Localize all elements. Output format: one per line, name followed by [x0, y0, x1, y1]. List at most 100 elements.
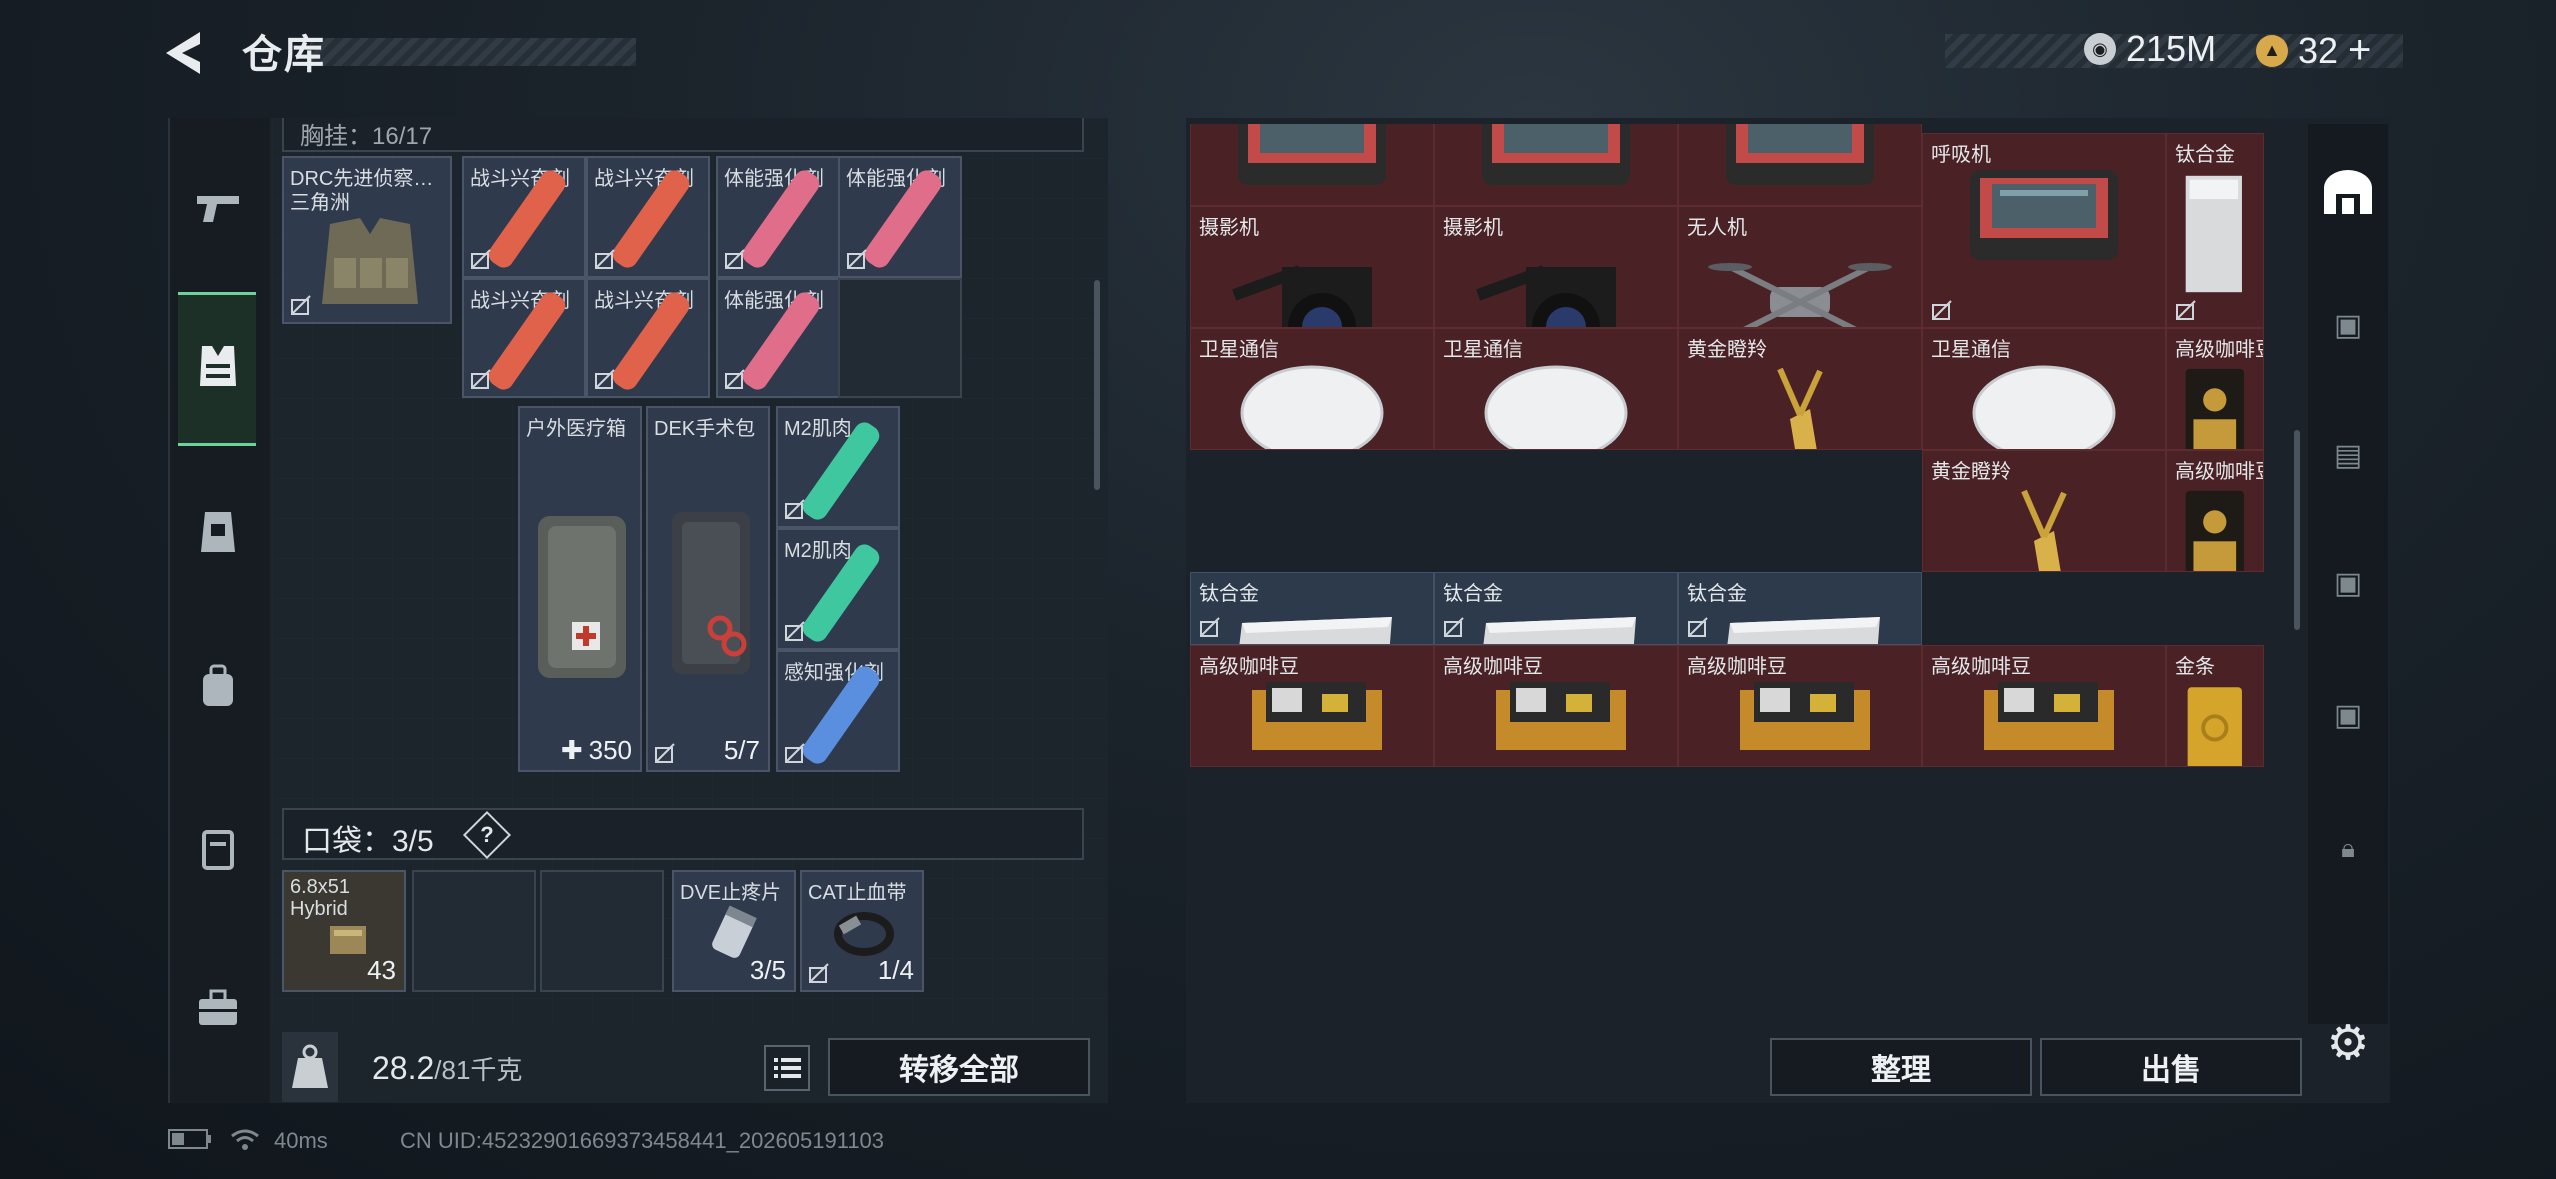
rig-item-slot[interactable]: 战斗兴奋剂 [462, 156, 586, 278]
sort-button[interactable]: 整理 [1770, 1038, 2032, 1096]
storage-item-coffeebox[interactable]: 高级咖啡豆 [1434, 645, 1678, 768]
storage-item-coffeebox[interactable]: 高级咖啡豆 [1678, 645, 1922, 768]
item-art [2167, 676, 2263, 767]
injector-slot[interactable]: M2肌肉… [776, 406, 900, 528]
painkiller-slot[interactable]: DVE止疼片 3/5 [672, 870, 796, 992]
injector-slot[interactable]: 感知强化剂 [776, 650, 900, 772]
rig-capacity-label: 胸挂：16/17 [300, 123, 433, 150]
storage-item-breather[interactable] [1190, 124, 1434, 206]
unlocked-icon [725, 249, 745, 269]
empty-pocket-slot[interactable] [412, 870, 536, 992]
item-art [1191, 359, 1433, 449]
unlocked-icon [1200, 617, 1220, 638]
storage-item-dish[interactable]: 卫星通信 [1922, 328, 2166, 450]
camera-image [1232, 265, 1372, 327]
item-art [1191, 124, 1433, 189]
weight-current: 28.2 [372, 1050, 435, 1086]
case-icon[interactable] [168, 808, 268, 888]
rig-item-slot[interactable]: 体能强化剂 [838, 156, 962, 278]
tourniquet-slot[interactable]: CAT止血带 1/4 [800, 870, 924, 992]
wifi-icon [230, 1128, 260, 1152]
storage-item-coffeebox[interactable]: 高级咖啡豆 [1922, 645, 2166, 768]
item-name: 卫星通信 [1443, 339, 1523, 361]
item-art [1679, 237, 1921, 327]
list-view-button[interactable] [764, 1045, 810, 1091]
item-art [1435, 124, 1677, 189]
storage-item-dish[interactable]: 卫星通信 [1190, 328, 1434, 450]
back-button[interactable] [160, 28, 216, 78]
storage-tab-iv-a-icon[interactable]: ▤ [2308, 420, 2388, 490]
unlocked-icon [725, 369, 745, 389]
gold-currency[interactable]: ▲ 32 + [2256, 28, 2371, 73]
storage-item-coffee[interactable]: 高级咖啡豆 [2166, 450, 2264, 572]
storage-item-ingot[interactable]: 钛合金 [1434, 572, 1678, 646]
storage-item-camera[interactable]: 摄影机 [1434, 206, 1678, 328]
injector-slot[interactable]: M2肌肉… [776, 528, 900, 650]
coffee-bag-image [2185, 368, 2244, 449]
medkit-slot[interactable]: 户外医疗箱 ✚ 350 [518, 406, 642, 772]
storage-item-deer[interactable]: 黄金瞪羚 [1678, 328, 1922, 450]
surgery-kit-slot[interactable]: DEK手术包 5/7 [646, 406, 770, 772]
storage-item-goldbar[interactable]: 金条 [2166, 645, 2264, 768]
coffee-box-image [1740, 682, 1870, 751]
chest-rig-slot[interactable]: DRC先进侦察… 三角洲 [282, 156, 452, 324]
empty-rig-slot[interactable] [838, 278, 962, 398]
item-art [1435, 237, 1677, 327]
item-name: 呼吸机 [1931, 143, 1991, 166]
rig-item-slot[interactable]: 战斗兴奋剂 [586, 156, 710, 278]
storage-item-ingot[interactable]: 钛合金 [1190, 572, 1434, 646]
backpack-icon[interactable] [168, 646, 268, 726]
storage-item-breather[interactable] [1434, 124, 1678, 206]
rig-item-slot[interactable]: 战斗兴奋剂 [462, 278, 586, 398]
storage-item-deer[interactable]: 黄金瞪羚 [1922, 450, 2166, 572]
item-name: 卫星通信 [1199, 339, 1279, 361]
storage-item-breather[interactable]: 呼吸机 [1922, 132, 2166, 328]
weapon-icon[interactable] [168, 168, 268, 248]
add-currency-icon[interactable]: + [2348, 28, 2371, 73]
storage-tab-iv-b-icon[interactable]: ▣ [2308, 548, 2388, 618]
loadout-scrollbar[interactable] [1094, 280, 1100, 490]
item-name: 卫星通信 [1931, 339, 2011, 361]
uid-label: CN UID:4523290166937345844​1_20260519110… [400, 1128, 885, 1153]
coffee-box-image [1252, 682, 1382, 751]
titanium-ingot-image [1727, 617, 1880, 645]
silver-currency[interactable]: ◉ 215M [2084, 28, 2216, 70]
storage-item-ingot[interactable]: 钛合金 [2166, 132, 2264, 328]
satellite-dish-image [1484, 365, 1628, 449]
category-rail [168, 118, 270, 1103]
rig-item-slot[interactable]: 体能强化剂 [716, 156, 840, 278]
storage-tab-iv-c-icon[interactable]: ▣ [2308, 680, 2388, 750]
rig-item-slot[interactable]: 战斗兴奋剂 [586, 278, 710, 398]
title-decoration [310, 38, 636, 66]
settings-gear-icon[interactable]: ⚙ [2308, 1008, 2388, 1078]
unlocked-icon [471, 369, 491, 389]
storage-all-tab-icon[interactable] [2308, 158, 2388, 228]
storage-item-coffee[interactable]: 高级咖啡豆 [2166, 328, 2264, 450]
storage-item-ingot[interactable]: 钛合金 [1678, 572, 1922, 646]
list-icon [774, 1058, 801, 1078]
breather-image [1970, 169, 2118, 260]
item-art [2167, 359, 2263, 449]
item-name: 摄影机 [1443, 217, 1503, 239]
transfer-all-button[interactable]: 转移全部 [828, 1038, 1090, 1096]
chest-rig-icon[interactable] [168, 326, 268, 406]
camera-image [1476, 265, 1616, 327]
toolbox-icon[interactable] [168, 968, 268, 1048]
empty-pocket-slot[interactable] [540, 870, 664, 992]
rig-item-slot[interactable]: 体能强化剂 [716, 278, 840, 398]
item-name: DEK手术包 [654, 418, 756, 440]
ammo-slot[interactable]: 6.8x51 Hybrid 43 [282, 870, 406, 992]
sell-button[interactable]: 出售 [2040, 1038, 2302, 1096]
armor-icon[interactable] [168, 492, 268, 572]
storage-item-drone[interactable]: 无人机 [1678, 206, 1922, 328]
storage-item-coffeebox[interactable]: 高级咖啡豆 [1190, 645, 1434, 768]
storage-scrollbar[interactable] [2294, 430, 2300, 630]
storage-item-camera[interactable]: 摄影机 [1190, 206, 1434, 328]
item-art [1435, 676, 1677, 756]
storage-item-dish[interactable]: 卫星通信 [1434, 328, 1678, 450]
coffee-bag-image [2185, 490, 2244, 571]
locked-tab-icon[interactable]: 🔒︎ [2308, 814, 2388, 884]
surgery-kit-image [672, 512, 750, 674]
storage-tab-v-icon[interactable]: ▣ [2308, 290, 2388, 360]
storage-item-breather[interactable] [1678, 124, 1922, 206]
